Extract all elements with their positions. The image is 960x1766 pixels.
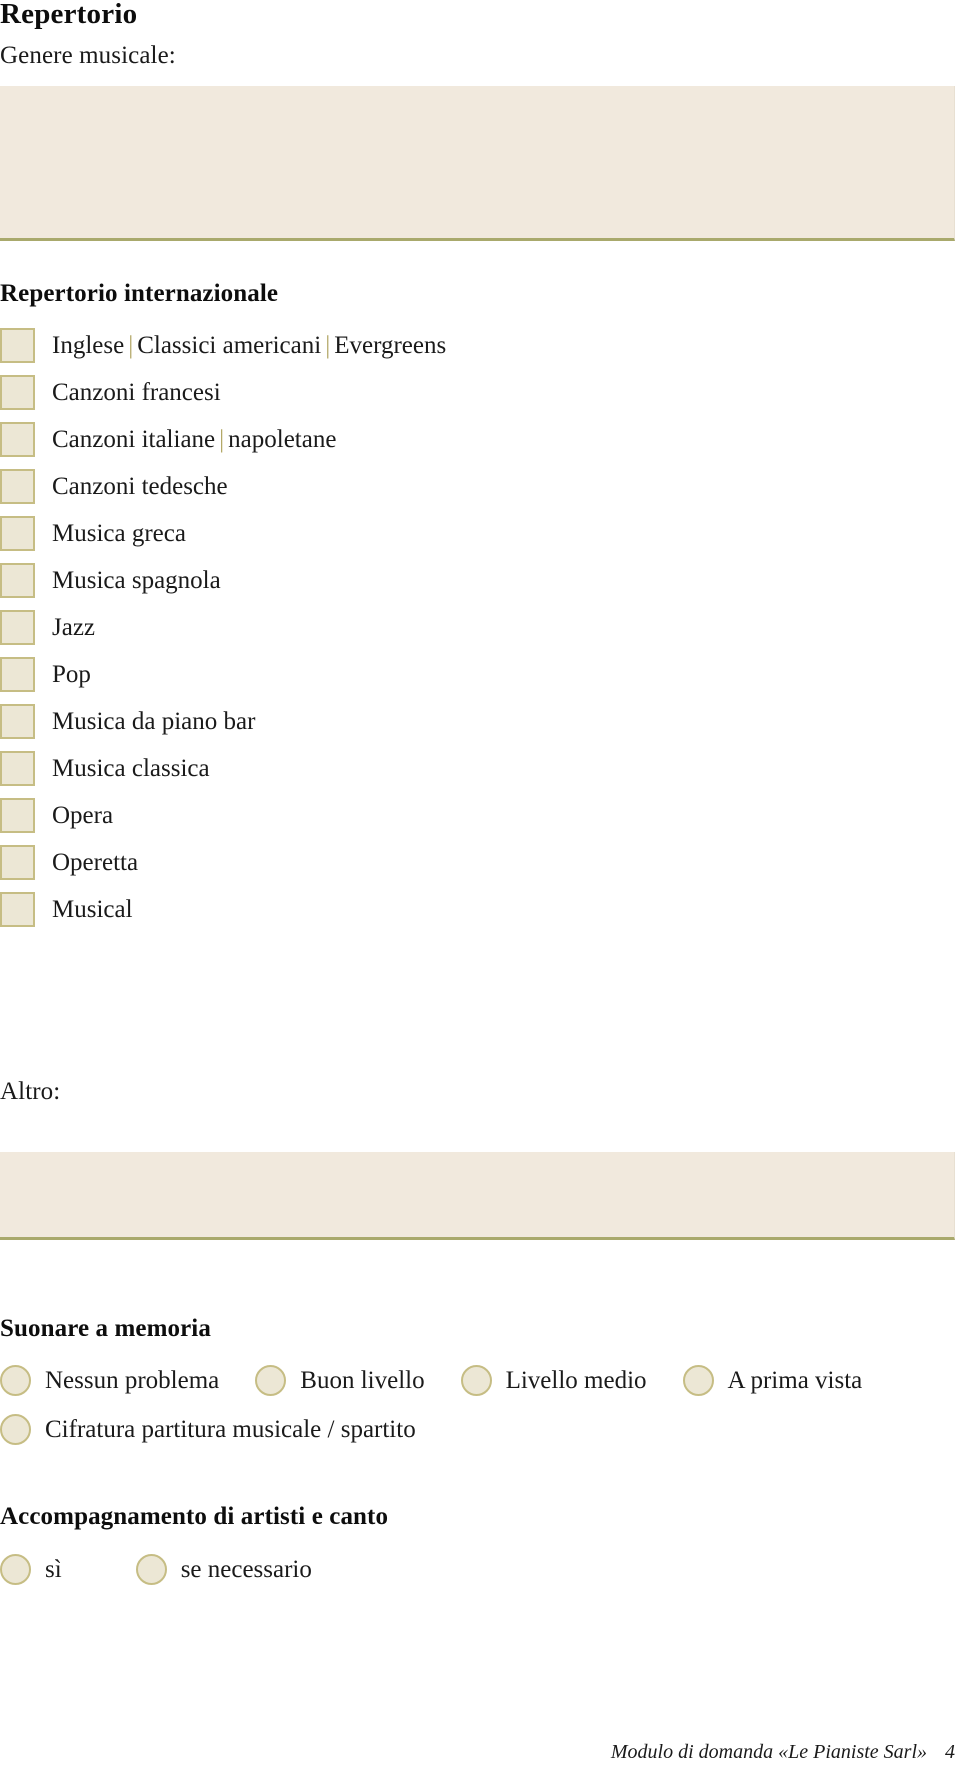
repertorio-internazionale-heading: Repertorio internazionale <box>0 280 279 307</box>
radio-option-se-necessario[interactable]: se necessario <box>135 1549 312 1589</box>
checkbox-label-canzoni-italiane: Canzoni italiane | napoletane <box>52 426 337 453</box>
radio-si[interactable] <box>0 1553 31 1585</box>
checkbox-operetta[interactable] <box>0 845 35 880</box>
checkbox-inglese[interactable] <box>0 328 35 363</box>
checkbox-opera[interactable] <box>0 798 35 833</box>
checkbox-label-musica-da-piano-bar: Musica da piano bar <box>52 708 256 735</box>
checkbox-canzoni-francesi[interactable] <box>0 375 35 410</box>
checkbox-row-pop[interactable]: Pop <box>0 651 960 698</box>
radio-label-se-necessario: se necessario <box>180 1555 312 1583</box>
checkbox-jazz[interactable] <box>0 610 35 645</box>
checkbox-musica-spagnola[interactable] <box>0 563 35 598</box>
radio-option-nessun-problema[interactable]: Nessun problema <box>0 1360 219 1400</box>
checkbox-row-canzoni-italiane[interactable]: Canzoni italiane | napoletane <box>0 416 960 463</box>
page-title: Repertorio <box>0 0 138 30</box>
accompagnamento-heading: Accompagnamento di artisti e canto <box>0 1503 389 1530</box>
genere-musicale-label: Genere musicale: <box>0 42 176 69</box>
altro-field-wrapper <box>0 1152 955 1240</box>
separator-icon: | <box>128 332 134 359</box>
checkbox-row-musica-classica[interactable]: Musica classica <box>0 745 960 792</box>
checkbox-row-musica-greca[interactable]: Musica greca <box>0 510 960 557</box>
genere-musicale-input[interactable] <box>0 86 955 241</box>
checkbox-canzoni-tedesche[interactable] <box>0 469 35 504</box>
radio-label-a-prima-vista: A prima vista <box>727 1366 863 1394</box>
checkbox-label-musica-classica: Musica classica <box>52 755 210 782</box>
checkbox-musica-classica[interactable] <box>0 751 35 786</box>
separator-icon: | <box>325 332 331 359</box>
footer-page-number: 4 <box>945 1741 955 1763</box>
checkbox-musica-da-piano-bar[interactable] <box>0 704 35 739</box>
checkbox-musica-greca[interactable] <box>0 516 35 551</box>
accompagnamento-options-row: sì se necessario <box>0 1549 312 1589</box>
checkbox-row-musica-spagnola[interactable]: Musica spagnola <box>0 557 960 604</box>
radio-option-livello-medio[interactable]: Livello medio <box>460 1360 647 1400</box>
checkbox-label-inglese: Inglese | Classici americani | Evergreens <box>52 332 447 359</box>
checkbox-row-musical[interactable]: Musical <box>0 886 960 933</box>
checkbox-row-opera[interactable]: Opera <box>0 792 960 839</box>
checkbox-row-operetta[interactable]: Operetta <box>0 839 960 886</box>
radio-nessun-problema[interactable] <box>0 1364 31 1396</box>
checkbox-canzoni-italiane[interactable] <box>0 422 35 457</box>
radio-option-cifratura-partitura[interactable]: Cifratura partitura musicale / spartito <box>0 1409 416 1449</box>
checkbox-row-musica-da-piano-bar[interactable]: Musica da piano bar <box>0 698 960 745</box>
checkbox-row-canzoni-francesi[interactable]: Canzoni francesi <box>0 369 960 416</box>
checkbox-row-inglese[interactable]: Inglese | Classici americani | Evergreens <box>0 322 960 369</box>
page-footer: Modulo di domanda «Le Pianiste Sarl» 4 <box>611 1741 955 1764</box>
suonare-a-memoria-options-row-1: Nessun problema Buon livello Livello med… <box>0 1360 862 1400</box>
checkbox-row-canzoni-tedesche[interactable]: Canzoni tedesche <box>0 463 960 510</box>
suonare-a-memoria-options-row-2: Cifratura partitura musicale / spartito <box>0 1409 416 1449</box>
footer-text: Modulo di domanda «Le Pianiste Sarl» <box>610 1741 927 1763</box>
radio-se-necessario[interactable] <box>135 1553 167 1585</box>
repertorio-checkbox-list: Inglese | Classici americani | Evergreens Ca… <box>0 322 960 933</box>
form-page: Repertorio Genere musicale: Repertorio i… <box>0 0 960 1766</box>
checkbox-pop[interactable] <box>0 657 35 692</box>
checkbox-label-opera: Opera <box>52 802 114 829</box>
radio-livello-medio[interactable] <box>460 1364 492 1396</box>
checkbox-label-musica-greca: Musica greca <box>52 520 186 547</box>
radio-label-cifratura-partitura: Cifratura partitura musicale / spartito <box>45 1415 416 1443</box>
separator-icon: | <box>219 426 225 453</box>
radio-option-a-prima-vista[interactable]: A prima vista <box>682 1360 863 1400</box>
checkbox-label-canzoni-francesi: Canzoni francesi <box>52 379 221 406</box>
checkbox-label-operetta: Operetta <box>52 849 139 876</box>
radio-option-si[interactable]: sì <box>0 1549 62 1589</box>
altro-label: Altro: <box>0 1078 61 1105</box>
checkbox-musical[interactable] <box>0 892 35 927</box>
altro-input[interactable] <box>0 1152 955 1240</box>
checkbox-label-musical: Musical <box>52 896 133 923</box>
checkbox-label-musica-spagnola: Musica spagnola <box>52 567 221 594</box>
radio-buon-livello[interactable] <box>255 1364 287 1396</box>
radio-label-nessun-problema: Nessun problema <box>45 1366 220 1394</box>
radio-a-prima-vista[interactable] <box>682 1364 714 1396</box>
checkbox-label-pop: Pop <box>52 661 91 688</box>
radio-cifratura-partitura[interactable] <box>0 1413 31 1445</box>
radio-option-buon-livello[interactable]: Buon livello <box>255 1360 425 1400</box>
radio-label-buon-livello: Buon livello <box>300 1366 425 1394</box>
suonare-a-memoria-heading: Suonare a memoria <box>0 1315 211 1342</box>
checkbox-label-canzoni-tedesche: Canzoni tedesche <box>52 473 228 500</box>
checkbox-row-jazz[interactable]: Jazz <box>0 604 960 651</box>
radio-label-si: sì <box>45 1555 62 1583</box>
radio-label-livello-medio: Livello medio <box>505 1366 647 1394</box>
checkbox-label-jazz: Jazz <box>52 614 96 641</box>
genere-musicale-field-wrapper <box>0 86 955 241</box>
